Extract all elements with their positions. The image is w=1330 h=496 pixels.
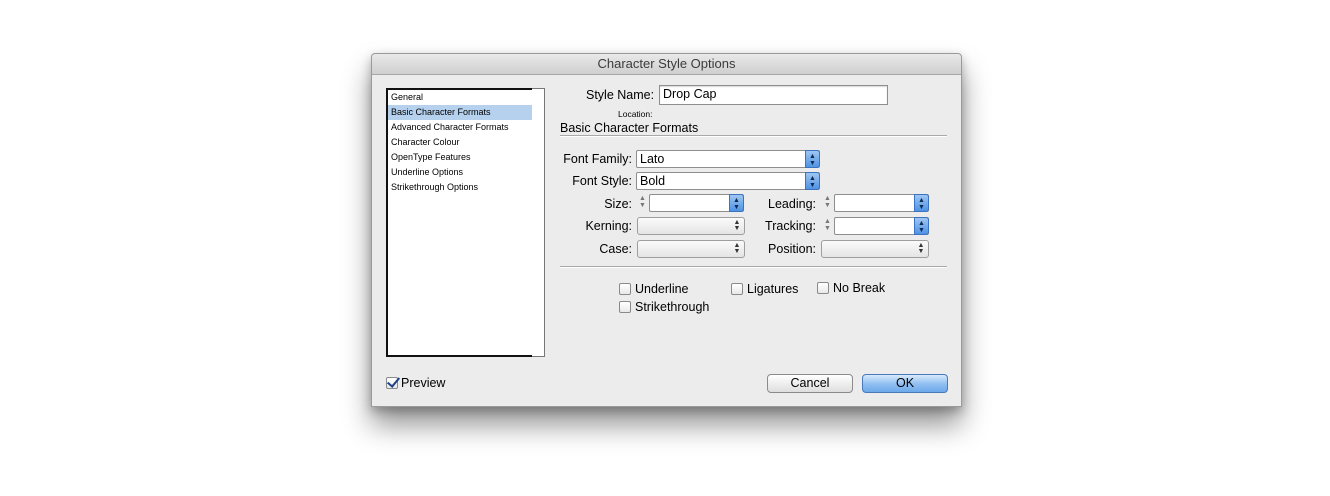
strikethrough-label: Strikethrough	[635, 300, 710, 314]
tracking-label: Tracking:	[765, 219, 816, 233]
up-down-arrows-icon[interactable]: ▲ ▼	[822, 217, 833, 235]
preview-label: Preview	[401, 376, 446, 390]
sidebar-item-underline-options[interactable]: Underline Options	[388, 165, 532, 180]
up-down-arrows-icon[interactable]: ▲ ▼	[637, 194, 648, 212]
sidebar-item-strikethrough-options[interactable]: Strikethrough Options	[388, 180, 532, 195]
preview-checkbox[interactable]	[386, 377, 398, 389]
section-divider	[560, 135, 947, 137]
up-down-arrows-icon[interactable]: ▲ ▼	[822, 194, 833, 212]
character-style-options-dialog: Character Style Options General Basic Ch…	[371, 53, 962, 407]
leading-combo[interactable]: ▲ ▼	[834, 194, 929, 212]
underline-checkbox[interactable]	[619, 283, 631, 295]
location-label: Location:	[618, 109, 653, 119]
up-down-chevron-icon: ▲ ▼	[917, 242, 925, 255]
strikethrough-checkbox[interactable]	[619, 301, 631, 313]
position-label: Position:	[768, 242, 816, 256]
sidebar-item-advanced-character-formats[interactable]: Advanced Character Formats	[388, 120, 532, 135]
ligatures-label: Ligatures	[747, 282, 799, 296]
up-down-chevron-icon[interactable]: ▲ ▼	[805, 172, 820, 190]
font-family-combo[interactable]: Lato ▲ ▼	[636, 150, 820, 168]
sidebar-item-opentype-features[interactable]: OpenType Features	[388, 150, 532, 165]
position-popup[interactable]: ▲ ▼	[821, 240, 929, 258]
category-list[interactable]: General Basic Character Formats Advanced…	[386, 88, 534, 357]
font-style-combo[interactable]: Bold ▲ ▼	[636, 172, 820, 190]
ok-button[interactable]: OK	[862, 374, 948, 393]
font-style-value: Bold	[640, 174, 666, 188]
up-down-chevron-icon[interactable]: ▲ ▼	[914, 194, 929, 212]
section-title: Basic Character Formats	[560, 121, 699, 135]
options-divider	[560, 266, 947, 268]
cancel-button[interactable]: Cancel	[767, 374, 853, 393]
font-style-label: Font Style:	[572, 174, 632, 188]
size-label: Size:	[604, 197, 632, 211]
size-combo[interactable]: ▲ ▼	[649, 194, 744, 212]
kerning-label: Kerning:	[585, 219, 632, 233]
underline-label: Underline	[635, 282, 689, 296]
leading-label: Leading:	[768, 197, 816, 211]
no-break-checkbox[interactable]	[817, 282, 829, 294]
sidebar-item-character-colour[interactable]: Character Colour	[388, 135, 532, 150]
ligatures-checkbox[interactable]	[731, 283, 743, 295]
up-down-chevron-icon[interactable]: ▲ ▼	[914, 217, 929, 235]
case-popup[interactable]: ▲ ▼	[637, 240, 745, 258]
font-family-label: Font Family:	[563, 152, 632, 166]
list-scrollbar[interactable]	[532, 88, 545, 357]
style-name-label: Style Name:	[586, 88, 655, 102]
window-title: Character Style Options	[372, 54, 961, 75]
kerning-popup[interactable]: ▲ ▼	[637, 217, 745, 235]
font-family-value: Lato	[640, 152, 665, 166]
up-down-chevron-icon: ▲ ▼	[733, 219, 741, 232]
up-down-chevron-icon: ▲ ▼	[733, 242, 741, 255]
no-break-label: No Break	[833, 281, 886, 295]
up-down-chevron-icon[interactable]: ▲ ▼	[729, 194, 744, 212]
case-label: Case:	[599, 242, 632, 256]
sidebar-item-general[interactable]: General	[388, 90, 532, 105]
style-name-field[interactable]: Drop Cap	[659, 85, 888, 105]
tracking-combo[interactable]: ▲ ▼	[834, 217, 929, 235]
up-down-chevron-icon[interactable]: ▲ ▼	[805, 150, 820, 168]
sidebar-item-basic-character-formats[interactable]: Basic Character Formats	[388, 105, 532, 120]
